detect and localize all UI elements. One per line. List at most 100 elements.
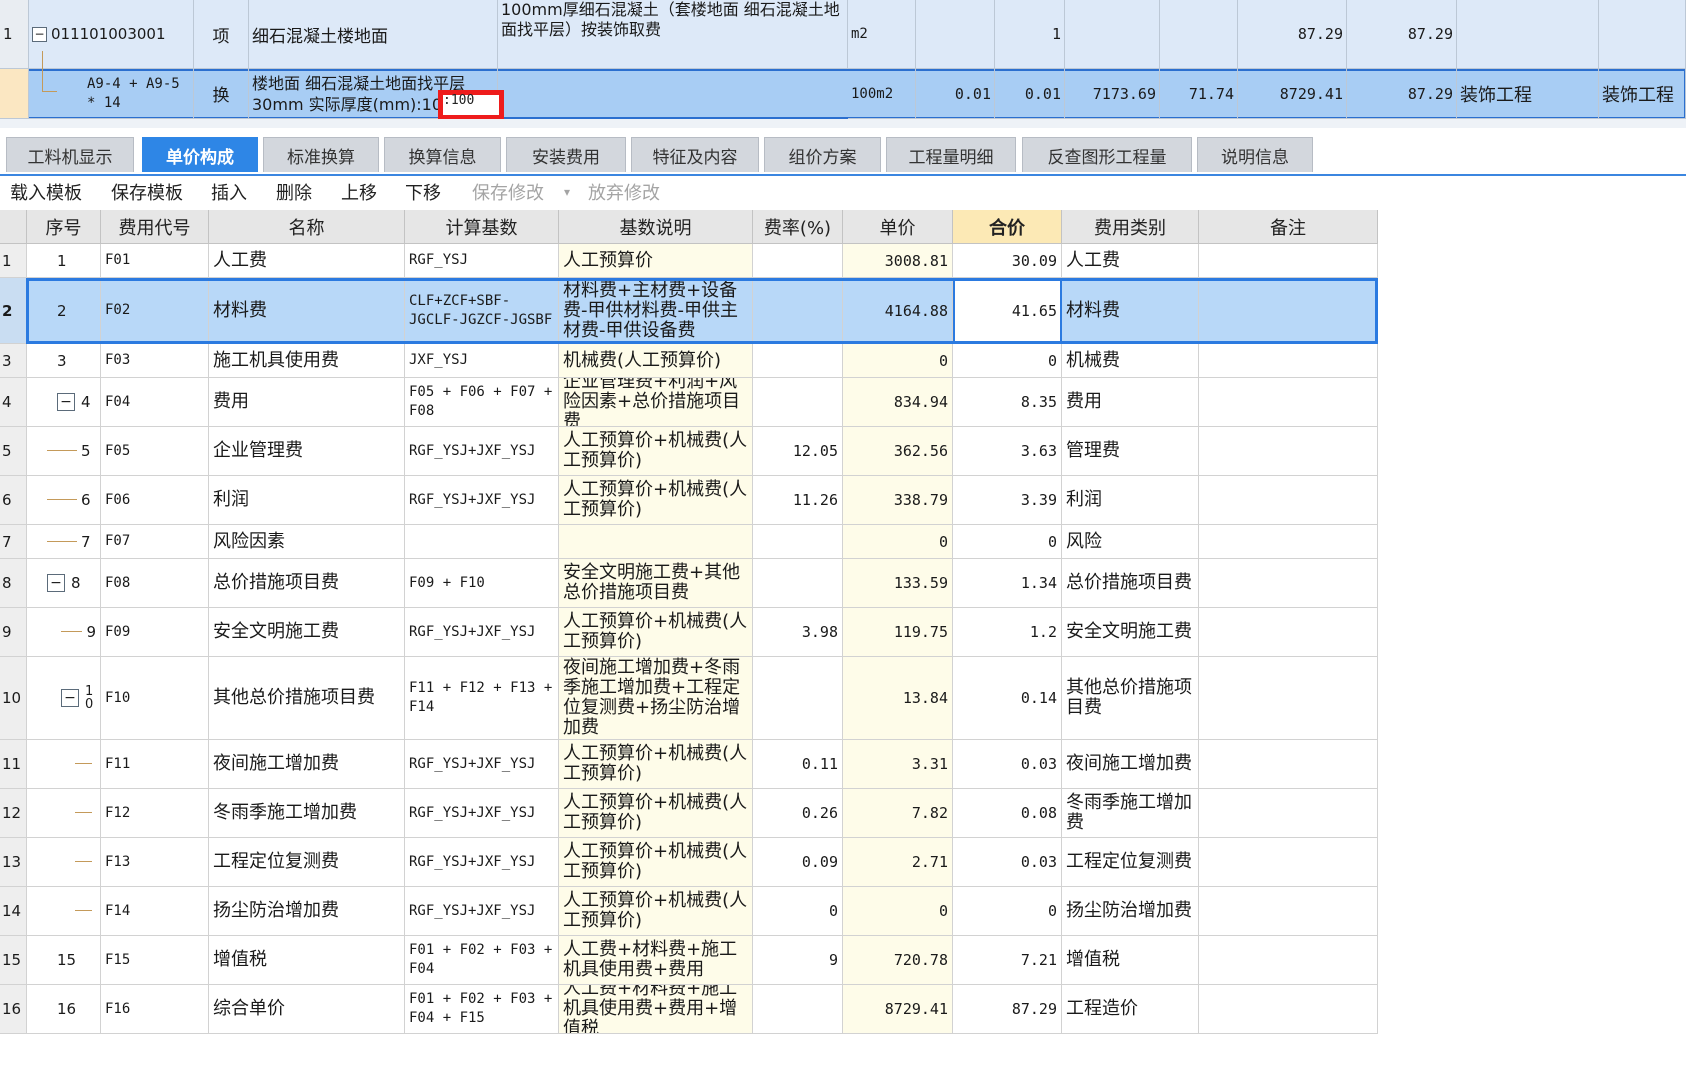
total-cell[interactable]: 7.21 bbox=[953, 936, 1062, 985]
sub-item-qty-expr[interactable]: 0.01 bbox=[916, 69, 995, 119]
tab-labor-material-machine[interactable]: 工料机显示 bbox=[6, 137, 134, 172]
save-template-button[interactable]: 保存模板 bbox=[111, 179, 183, 205]
calc-base-cell[interactable]: RGF_YSJ+JXF_YSJ bbox=[405, 838, 559, 887]
base-desc-cell[interactable]: 人工预算价+机械费(人工预算价) bbox=[559, 476, 753, 525]
total-cell[interactable]: 41.65 bbox=[953, 278, 1062, 344]
fee-code-cell[interactable]: F12 bbox=[101, 789, 209, 838]
unit-price-cell[interactable]: 0 bbox=[843, 525, 953, 559]
collapse-icon[interactable]: − bbox=[32, 26, 47, 42]
name-cell[interactable]: 增值税 bbox=[209, 936, 405, 985]
seq-cell[interactable]: 6 bbox=[27, 476, 101, 525]
tab-installation-fee[interactable]: 安装费用 bbox=[506, 137, 626, 172]
dropdown-arrow-icon[interactable]: ▾ bbox=[564, 185, 570, 199]
fee-code-cell[interactable]: F13 bbox=[101, 838, 209, 887]
rate-cell[interactable] bbox=[753, 244, 843, 278]
total-cell[interactable]: 0.03 bbox=[953, 838, 1062, 887]
fee-code-cell[interactable]: F15 bbox=[101, 936, 209, 985]
header-calc-base[interactable]: 计算基数 bbox=[405, 210, 559, 244]
seq-cell[interactable]: 9 bbox=[27, 608, 101, 657]
rate-cell[interactable] bbox=[753, 344, 843, 378]
base-desc-cell[interactable]: 人工预算价+机械费(人工预算价) bbox=[559, 740, 753, 789]
header-name[interactable]: 名称 bbox=[209, 210, 405, 244]
seq-cell[interactable]: 15 bbox=[27, 936, 101, 985]
total-cell[interactable]: 0.14 bbox=[953, 657, 1062, 740]
calc-base-cell[interactable]: F11 + F12 + F13 + F14 bbox=[405, 657, 559, 740]
unit-price-cell[interactable]: 3.31 bbox=[843, 740, 953, 789]
unit-price-cell[interactable]: 133.59 bbox=[843, 559, 953, 608]
fee-code-cell[interactable]: F05 bbox=[101, 427, 209, 476]
fee-row[interactable]: 2 2 F02 材料费 CLF+ZCF+SBF-JGCLF-JGZCF-JGSBF 材料费… bbox=[0, 278, 1378, 344]
rate-cell[interactable]: 3.98 bbox=[753, 608, 843, 657]
seq-cell[interactable]: 5 bbox=[27, 427, 101, 476]
tab-pricing-scheme[interactable]: 组价方案 bbox=[764, 137, 881, 172]
tab-reverse-lookup-quantity[interactable]: 反查图形工程量 bbox=[1022, 137, 1192, 172]
fee-code-cell[interactable]: F06 bbox=[101, 476, 209, 525]
base-desc-cell[interactable]: 人工预算价+机械费(人工预算价) bbox=[559, 887, 753, 936]
base-desc-cell[interactable]: 人工预算价+机械费(人工预算价) bbox=[559, 608, 753, 657]
total-cell[interactable]: 8.35 bbox=[953, 378, 1062, 427]
rate-cell[interactable] bbox=[753, 378, 843, 427]
fee-category-cell[interactable]: 总价措施项目费 bbox=[1062, 559, 1199, 608]
fee-category-cell[interactable]: 安全文明施工费 bbox=[1062, 608, 1199, 657]
fee-code-cell[interactable]: F09 bbox=[101, 608, 209, 657]
header-base-desc[interactable]: 基数说明 bbox=[559, 210, 753, 244]
fee-category-cell[interactable]: 工程造价 bbox=[1062, 985, 1199, 1034]
fee-code-cell[interactable]: F14 bbox=[101, 887, 209, 936]
fee-code-cell[interactable]: F02 bbox=[101, 278, 209, 344]
seq-cell[interactable]: 3 bbox=[27, 344, 101, 378]
note-cell[interactable] bbox=[1199, 525, 1378, 559]
calc-base-cell[interactable]: RGF_YSJ bbox=[405, 244, 559, 278]
header-fee-code[interactable]: 费用代号 bbox=[101, 210, 209, 244]
item-row[interactable]: 1 − 011101003001 项 细石混凝土楼地面 100mm厚细石混凝土（… bbox=[0, 0, 1686, 69]
base-desc-cell[interactable]: 人工预算价 bbox=[559, 244, 753, 278]
name-cell[interactable]: 冬雨季施工增加费 bbox=[209, 789, 405, 838]
fee-row[interactable]: 14 F14 扬尘防治增加费 RGF_YSJ+JXF_YSJ 人工预算价+机械费(人工预… bbox=[0, 887, 1378, 936]
total-cell[interactable]: 0 bbox=[953, 525, 1062, 559]
note-cell[interactable] bbox=[1199, 278, 1378, 344]
tab-features-content[interactable]: 特征及内容 bbox=[631, 137, 759, 172]
sub-item-row[interactable]: A9-4 + A9-5 * 14 换 楼地面 细石混凝土地面找平层 30mm 实… bbox=[0, 51, 1686, 119]
seq-cell[interactable]: 2 bbox=[27, 278, 101, 344]
tab-quantity-details[interactable]: 工程量明细 bbox=[886, 137, 1016, 172]
seq-cell[interactable]: −10 bbox=[27, 657, 101, 740]
fee-category-cell[interactable]: 管理费 bbox=[1062, 427, 1199, 476]
name-cell[interactable]: 夜间施工增加费 bbox=[209, 740, 405, 789]
fee-code-cell[interactable]: F16 bbox=[101, 985, 209, 1034]
fee-row[interactable]: 8−8 F08 总价措施项目费 F09 + F10 安全文明施工费+其他总价措施项目费 1… bbox=[0, 559, 1378, 608]
move-down-button[interactable]: 下移 bbox=[405, 179, 441, 205]
fee-row[interactable]: 10−10 F10 其他总价措施项目费 F11 + F12 + F13 + F14 夜间… bbox=[0, 657, 1378, 740]
fee-category-cell[interactable]: 冬雨季施工增加费 bbox=[1062, 789, 1199, 838]
load-template-button[interactable]: 载入模板 bbox=[10, 179, 82, 205]
base-desc-cell[interactable] bbox=[559, 525, 753, 559]
fee-code-cell[interactable]: F01 bbox=[101, 244, 209, 278]
note-cell[interactable] bbox=[1199, 838, 1378, 887]
note-cell[interactable] bbox=[1199, 244, 1378, 278]
fee-category-cell[interactable]: 夜间施工增加费 bbox=[1062, 740, 1199, 789]
unit-price-cell[interactable]: 13.84 bbox=[843, 657, 953, 740]
fee-row[interactable]: 16 16 F16 综合单价 F01 + F02 + F03 + F04 + F15 人工… bbox=[0, 985, 1378, 1034]
fee-row[interactable]: 15 15 F15 增值税 F01 + F02 + F03 + F04 人工费+材料费+施… bbox=[0, 936, 1378, 985]
calc-base-cell[interactable]: F09 + F10 bbox=[405, 559, 559, 608]
seq-cell[interactable] bbox=[27, 838, 101, 887]
fee-category-cell[interactable]: 机械费 bbox=[1062, 344, 1199, 378]
note-cell[interactable] bbox=[1199, 378, 1378, 427]
fee-row[interactable]: 13 F13 工程定位复测费 RGF_YSJ+JXF_YSJ 人工预算价+机械费(人工预… bbox=[0, 838, 1378, 887]
fee-row[interactable]: 11 F11 夜间施工增加费 RGF_YSJ+JXF_YSJ 人工预算价+机械费(人工预… bbox=[0, 740, 1378, 789]
total-cell[interactable]: 30.09 bbox=[953, 244, 1062, 278]
unit-price-cell[interactable]: 7.82 bbox=[843, 789, 953, 838]
unit-price-cell[interactable]: 834.94 bbox=[843, 378, 953, 427]
base-desc-cell[interactable]: 企业管理费+利润+风险因素+总价措施项目费 bbox=[559, 378, 753, 427]
seq-cell[interactable]: 16 bbox=[27, 985, 101, 1034]
fee-category-cell[interactable]: 利润 bbox=[1062, 476, 1199, 525]
seq-cell[interactable] bbox=[27, 887, 101, 936]
tab-description-info[interactable]: 说明信息 bbox=[1197, 137, 1313, 172]
total-cell[interactable]: 87.29 bbox=[953, 985, 1062, 1034]
rate-cell[interactable]: 0.11 bbox=[753, 740, 843, 789]
note-cell[interactable] bbox=[1199, 559, 1378, 608]
fee-row[interactable]: 7 7 F07 风险因素 0 0 风险 bbox=[0, 525, 1378, 559]
discard-changes-button[interactable]: 放弃修改 bbox=[588, 179, 660, 205]
fee-category-cell[interactable]: 增值税 bbox=[1062, 936, 1199, 985]
rate-cell[interactable]: 0.09 bbox=[753, 838, 843, 887]
collapse-icon[interactable]: − bbox=[47, 574, 65, 592]
name-cell[interactable]: 总价措施项目费 bbox=[209, 559, 405, 608]
